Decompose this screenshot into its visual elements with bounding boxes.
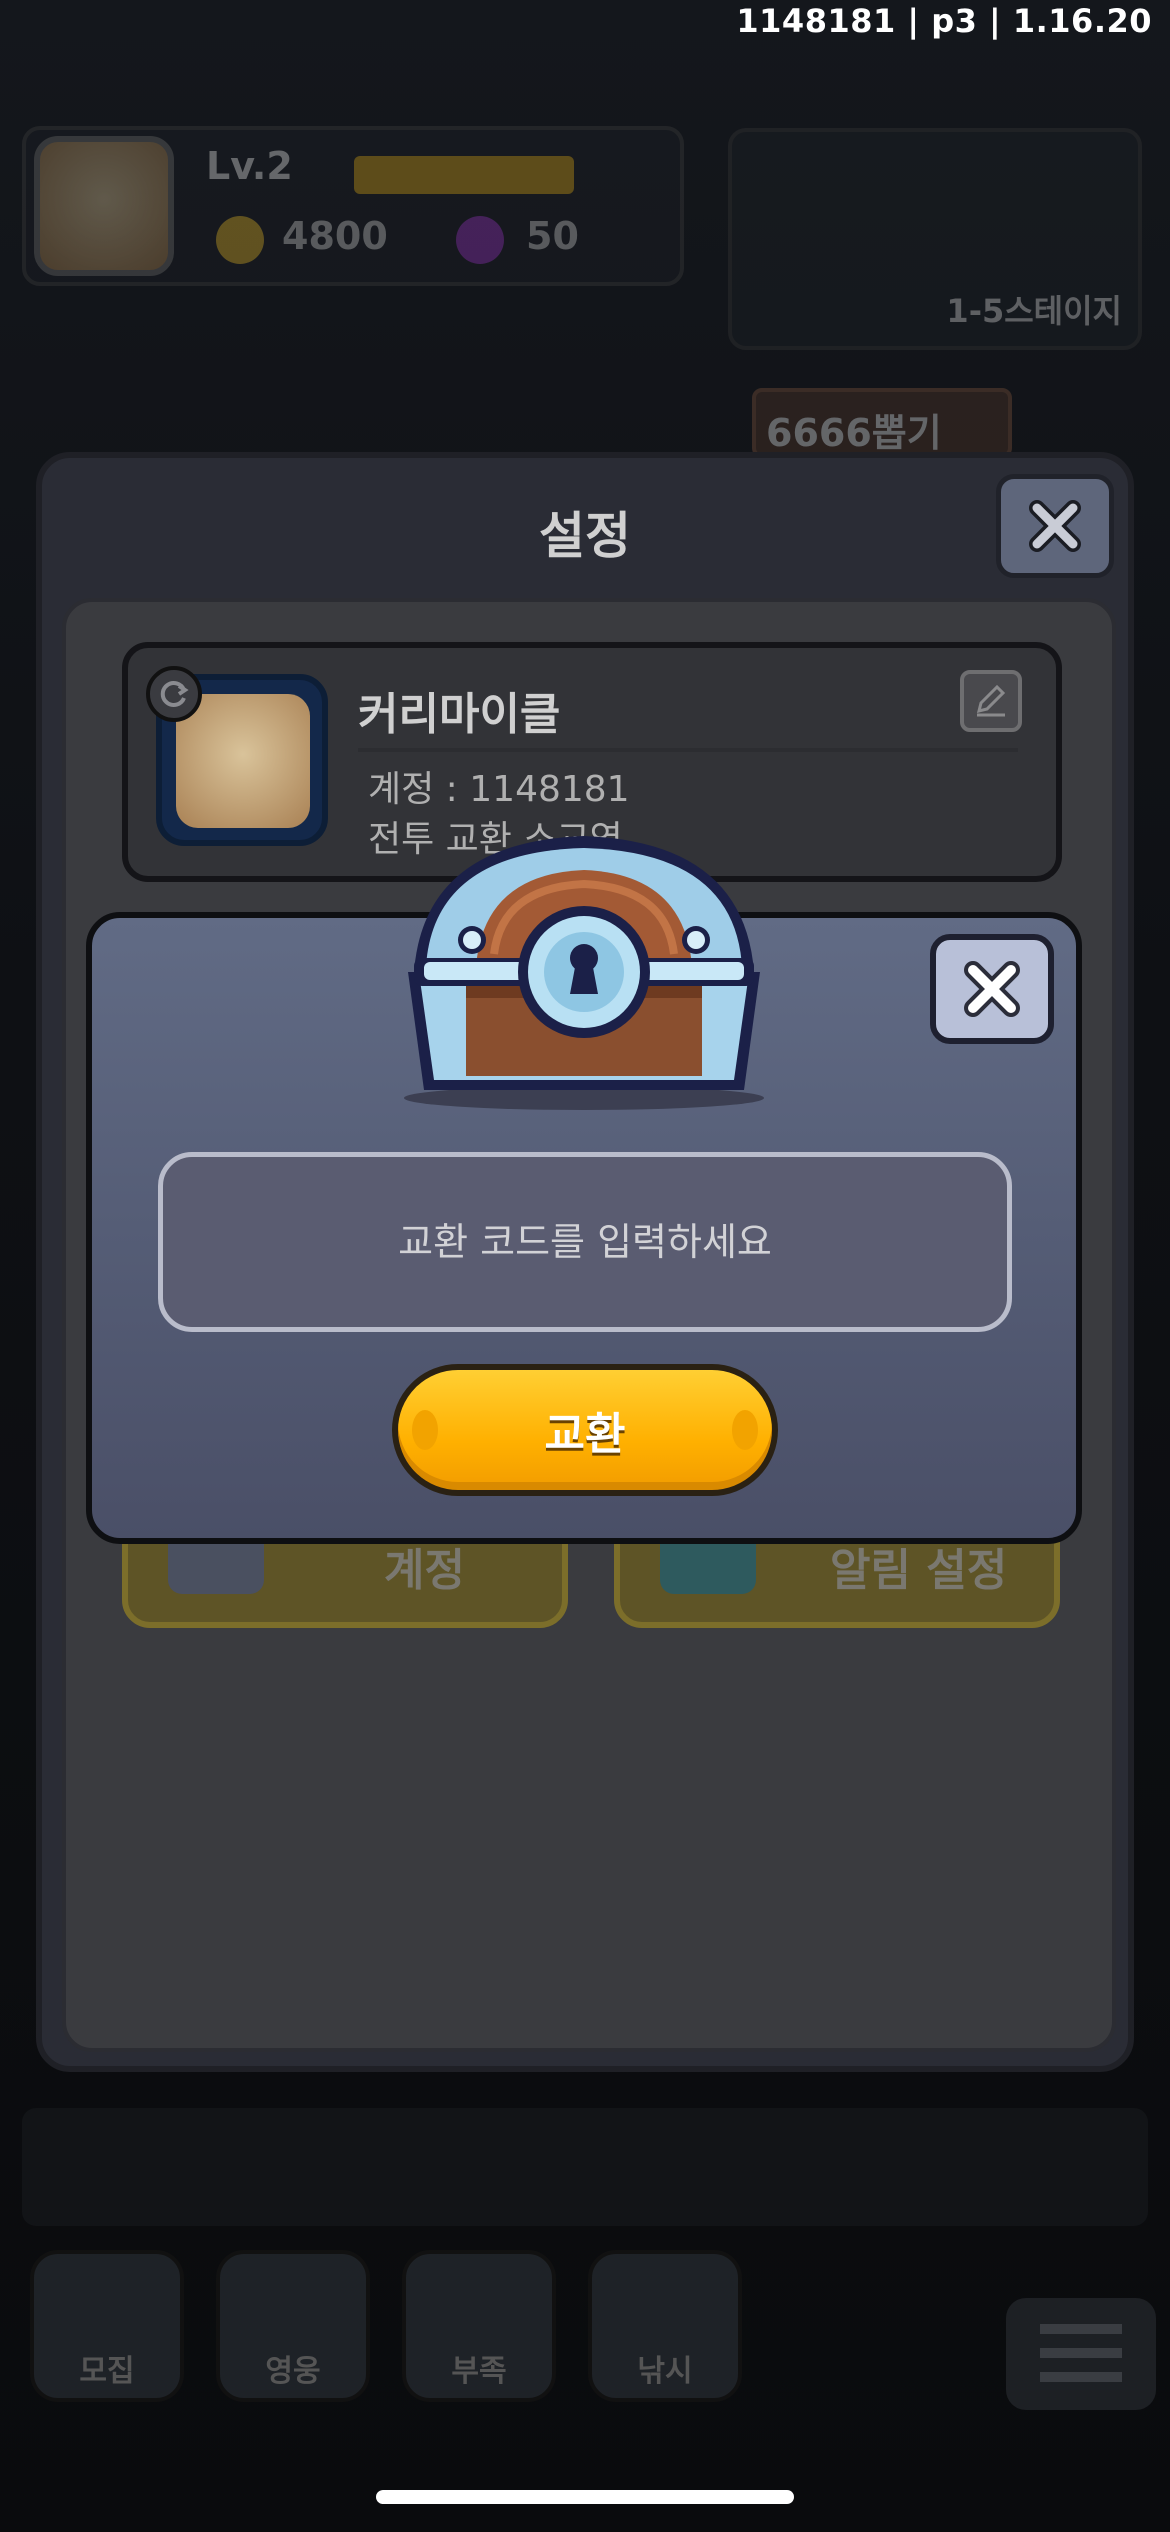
stage-label: 1-5스테이지 xyxy=(946,292,1122,330)
pencil-icon xyxy=(976,684,1006,717)
edit-name-button[interactable] xyxy=(960,670,1022,732)
player-level: Lv.2 xyxy=(206,144,293,188)
coin-count: 4800 xyxy=(282,214,388,258)
version-label: 1148181 | p3 | 1.16.20 xyxy=(736,2,1152,40)
redeem-dialog-close-button[interactable] xyxy=(930,934,1054,1044)
player-card: Lv.2 4800 50 xyxy=(22,126,684,286)
button-cap-right xyxy=(732,1410,758,1450)
bottom-bar xyxy=(22,2108,1148,2226)
nav-fishing-label: 낚시 xyxy=(637,2354,693,2389)
profile-divider xyxy=(358,748,1018,752)
redeem-button-label: 교환 xyxy=(544,1409,626,1460)
list-icon xyxy=(1040,2324,1122,2382)
redeem-code-input[interactable] xyxy=(158,1152,1012,1332)
hero-portrait xyxy=(176,694,310,828)
settings-title: 설정 xyxy=(539,507,631,565)
xp-bar xyxy=(354,156,574,194)
stage-map: 1-5스테이지 xyxy=(728,128,1142,350)
gem-icon xyxy=(456,216,504,264)
nav-recruit-label: 모집 xyxy=(79,2354,135,2389)
home-indicator[interactable] xyxy=(376,2490,794,2504)
swap-avatar-icon[interactable] xyxy=(146,666,202,722)
player-avatar xyxy=(34,136,174,276)
treasure-chest-icon xyxy=(404,836,764,1110)
nav-tribe-label: 부족 xyxy=(451,2354,507,2389)
profile-name: 커리마이클 xyxy=(358,689,561,740)
nav-tribe[interactable]: 부족 xyxy=(402,2250,556,2402)
menu-button[interactable] xyxy=(1006,2298,1156,2410)
profile-account: 계정 : 1148181 xyxy=(368,769,630,810)
redeem-button[interactable]: 교환 xyxy=(392,1364,778,1496)
game-screen: 1148181 | p3 | 1.16.20 Lv.2 4800 50 1-5스… xyxy=(0,0,1170,2532)
refresh-icon xyxy=(160,681,189,707)
gacha-banner-text: 6666뽑기 xyxy=(766,411,942,455)
nav-heroes[interactable]: 영웅 xyxy=(216,2250,370,2402)
nav-recruit[interactable]: 모집 xyxy=(30,2250,184,2402)
gacha-banner: 6666뽑기 xyxy=(752,388,1012,458)
coin-icon xyxy=(216,216,264,264)
close-icon xyxy=(1029,500,1081,552)
nav-fishing[interactable]: 낚시 xyxy=(588,2250,742,2402)
gem-count: 50 xyxy=(526,214,579,258)
button-cap-left xyxy=(412,1410,438,1450)
close-icon xyxy=(964,961,1020,1017)
settings-close-button[interactable] xyxy=(996,474,1114,578)
nav-heroes-label: 영웅 xyxy=(265,2354,321,2389)
